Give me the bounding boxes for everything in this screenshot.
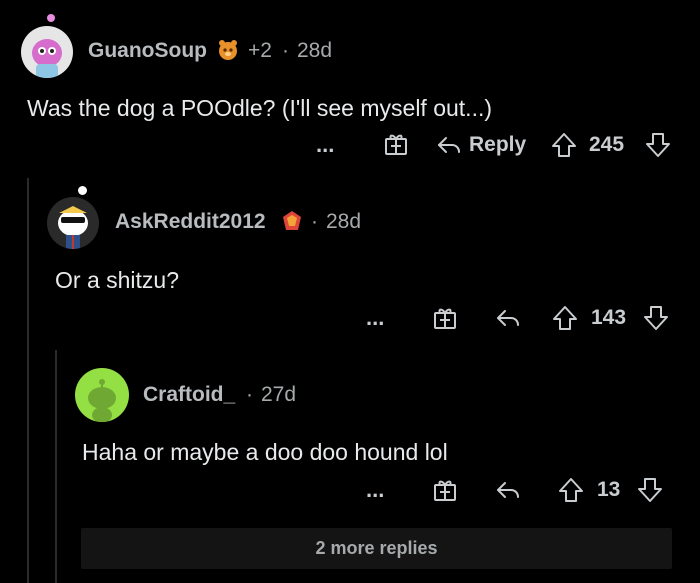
reply-arrow-icon[interactable]	[495, 305, 521, 331]
comment-age[interactable]: 28d	[297, 39, 332, 63]
avatar[interactable]	[75, 368, 129, 422]
ruby-award-icon	[280, 209, 304, 233]
comment-username[interactable]: GuanoSoup	[88, 39, 207, 63]
upvote-icon[interactable]	[551, 304, 579, 332]
vote-count: 13	[597, 478, 621, 501]
more-replies-button[interactable]: 2 more replies	[81, 528, 672, 569]
avatar[interactable]	[47, 197, 99, 249]
more-options-button[interactable]: ...	[366, 305, 384, 331]
avatar-accent-dot	[47, 14, 55, 22]
gift-icon[interactable]	[432, 477, 458, 503]
more-options-button[interactable]: ...	[316, 132, 334, 158]
more-options-button[interactable]: ...	[366, 477, 384, 503]
comment-body: Haha or maybe a doo doo hound lol	[82, 439, 448, 465]
comment-body: Or a shitzu?	[55, 267, 179, 293]
upvote-icon[interactable]	[557, 476, 585, 504]
upvote-icon[interactable]	[550, 131, 578, 159]
orange-bear-award-icon	[216, 38, 240, 62]
gift-icon[interactable]	[383, 131, 409, 157]
avatar-accent-dot	[78, 186, 87, 195]
reply-button[interactable]: Reply	[469, 133, 526, 157]
karma-delta: +2	[248, 39, 272, 62]
comment-age[interactable]: 28d	[326, 210, 361, 234]
downvote-icon[interactable]	[642, 304, 670, 332]
reply-arrow-icon[interactable]	[436, 132, 462, 158]
meta-separator: ·	[311, 210, 318, 233]
meta-separator: ·	[282, 39, 289, 62]
gift-icon[interactable]	[432, 305, 458, 331]
comment-username[interactable]: AskReddit2012	[115, 210, 266, 234]
comment-username[interactable]: Craftoid_	[143, 383, 235, 407]
avatar[interactable]	[21, 26, 73, 78]
vote-count: 143	[591, 306, 627, 329]
vote-count: 245	[589, 133, 625, 156]
downvote-icon[interactable]	[644, 131, 672, 159]
thread-line-level-2[interactable]	[55, 350, 57, 583]
thread-line-level-1[interactable]	[27, 178, 29, 583]
comment-age[interactable]: 27d	[261, 383, 296, 407]
downvote-icon[interactable]	[636, 476, 664, 504]
comment-body: Was the dog a POOdle? (I'll see myself o…	[27, 95, 493, 121]
meta-separator: ·	[246, 383, 253, 406]
reply-arrow-icon[interactable]	[495, 477, 521, 503]
